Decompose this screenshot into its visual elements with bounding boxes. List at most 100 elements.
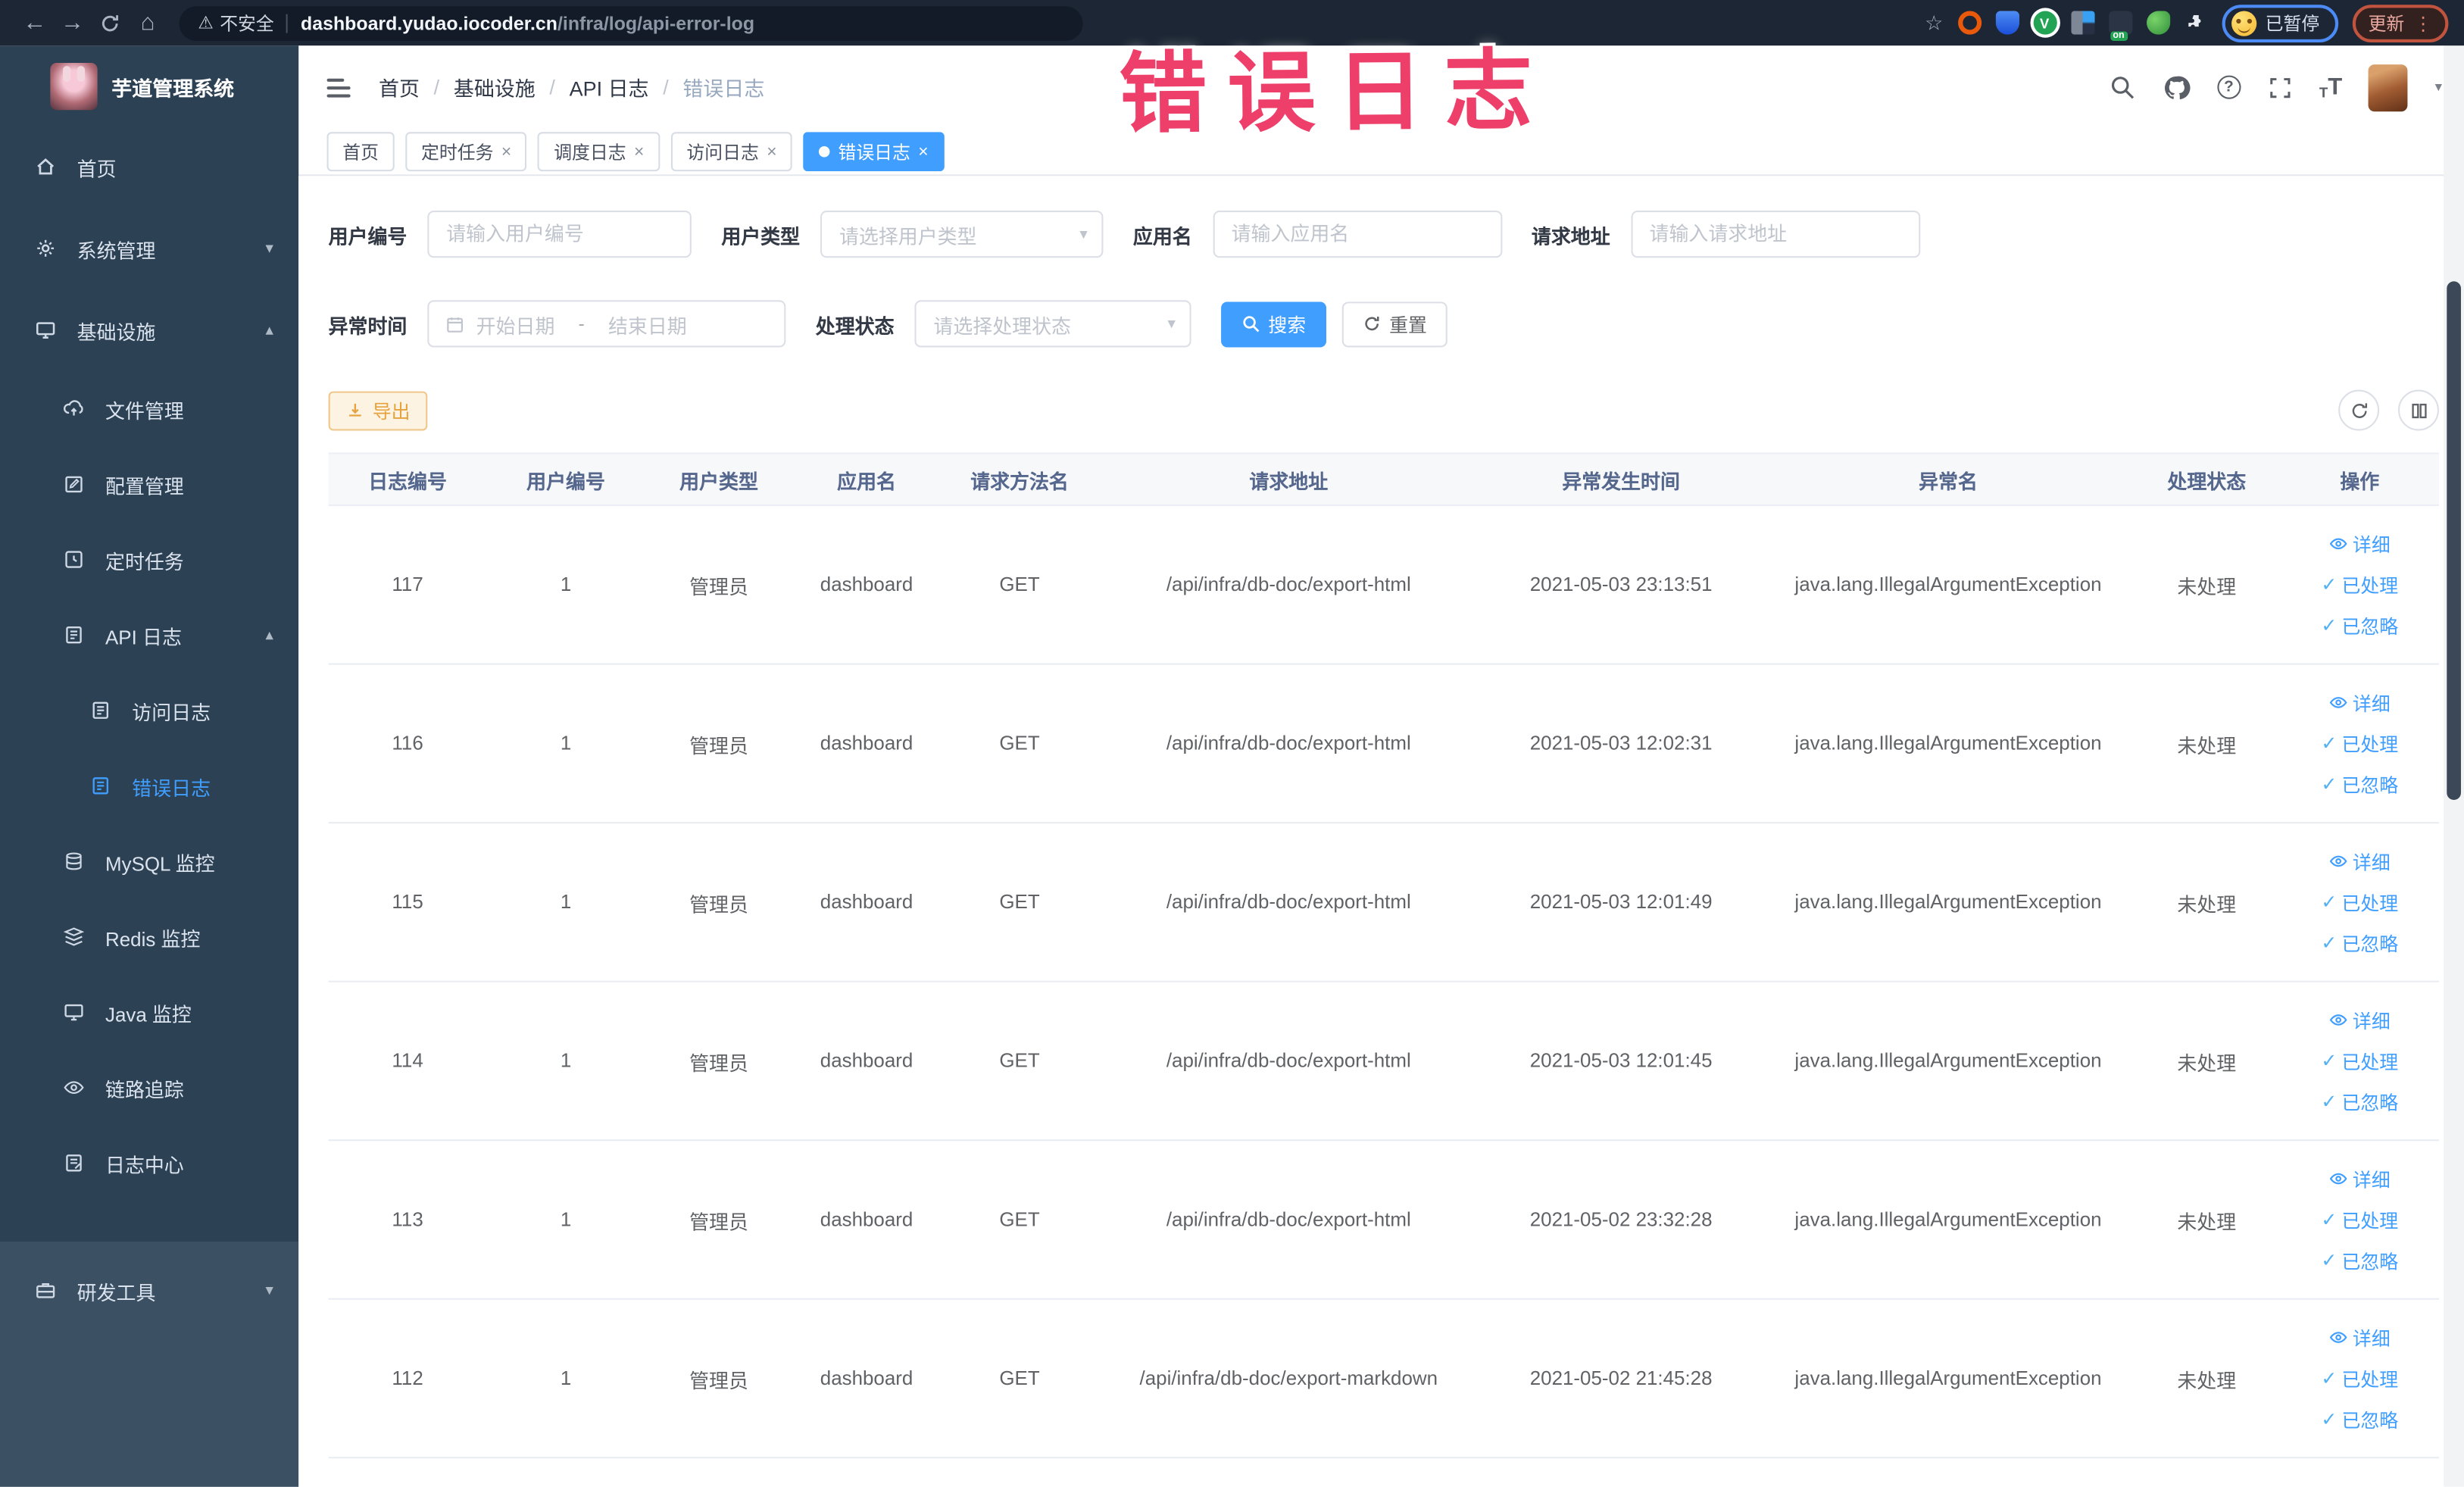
sidebar-item-system[interactable]: 系统管理 ▾ <box>0 208 298 289</box>
detail-link[interactable]: 详细 <box>2329 530 2391 557</box>
page-scrollbar[interactable] <box>2444 45 2464 1487</box>
tab-close-icon[interactable]: × <box>501 142 511 161</box>
column-settings-button[interactable] <box>2397 389 2439 431</box>
scrollbar-thumb[interactable] <box>2447 281 2461 801</box>
cell-user-type: 管理员 <box>689 1370 748 1392</box>
date-range-picker[interactable]: 开始日期 - 结束日期 <box>427 300 786 348</box>
sidebar-logo[interactable]: 芋道管理系统 <box>0 45 298 126</box>
help-icon[interactable]: ? <box>2216 75 2241 99</box>
security-label[interactable]: 不安全 <box>220 10 274 35</box>
sidebar-item-dev-tools[interactable]: 研发工具 ▾ <box>0 1249 298 1331</box>
sidebar-item-access-log[interactable]: 访问日志 <box>0 673 298 748</box>
active-tab-dot <box>819 145 831 158</box>
font-size-icon[interactable]: TT <box>2319 74 2342 101</box>
profile-label: 已暂停 <box>2265 14 2320 34</box>
detail-link[interactable]: 详细 <box>2329 689 2391 716</box>
url-text[interactable]: dashboard.yudao.iocoder.cn/infra/log/api… <box>301 12 754 34</box>
detail-link[interactable]: 详细 <box>2329 1324 2391 1351</box>
processed-link[interactable]: ✓ 已处理 <box>2321 571 2398 598</box>
detail-link[interactable]: 详细 <box>2329 1007 2391 1033</box>
cell-app-name: dashboard <box>820 1367 913 1390</box>
search-icon[interactable] <box>2109 74 2135 101</box>
sidebar-item-mysql-monitor[interactable]: MySQL 监控 <box>0 823 298 899</box>
sidebar-item-infra[interactable]: 基础设施 ▴ <box>0 289 298 371</box>
tab-access-log[interactable]: 访问日志 × <box>670 132 793 172</box>
sidebar-item-error-log[interactable]: 错误日志 <box>0 748 298 824</box>
extension-icon-1[interactable] <box>1957 11 1982 35</box>
ignored-link[interactable]: ✓ 已忽略 <box>2321 1247 2398 1273</box>
ignored-link[interactable]: ✓ 已忽略 <box>2321 1089 2398 1115</box>
fullscreen-icon[interactable] <box>2267 75 2292 100</box>
browser-menu-icon[interactable]: ⋮ <box>2414 12 2433 34</box>
extension-icon-2[interactable] <box>1994 11 2019 35</box>
cell-app-name: dashboard <box>820 1208 913 1231</box>
sidebar-item-redis-monitor[interactable]: Redis 监控 <box>0 899 298 975</box>
sidebar-item-home[interactable]: 首页 <box>0 126 298 208</box>
ignored-link[interactable]: ✓ 已忽略 <box>2321 771 2398 798</box>
request-url-input[interactable] <box>1630 211 1920 258</box>
tab-schedule-log[interactable]: 调度日志 × <box>538 132 661 172</box>
sidebar-item-trace[interactable]: 链路追踪 <box>0 1050 298 1126</box>
processed-link[interactable]: ✓ 已处理 <box>2321 1048 2398 1074</box>
search-button[interactable]: 搜索 <box>1221 301 1327 347</box>
filter-app-name: 应用名 <box>1133 211 1502 258</box>
processed-link[interactable]: ✓ 已处理 <box>2321 1206 2398 1232</box>
sidebar-collapse-icon[interactable] <box>326 77 351 97</box>
sidebar-item-java-monitor[interactable]: Java 监控 <box>0 974 298 1050</box>
ignored-link[interactable]: ✓ 已忽略 <box>2321 929 2398 956</box>
tab-close-icon[interactable]: × <box>767 142 776 161</box>
reset-button[interactable]: 重置 <box>1341 301 1447 347</box>
github-icon[interactable] <box>2162 73 2191 101</box>
navbar-actions: ? TT ▾ <box>2109 64 2442 111</box>
sidebar-item-label: 研发工具 <box>77 1281 156 1304</box>
extensions-puzzle-icon[interactable] <box>2184 11 2207 35</box>
sidebar-item-label: Redis 监控 <box>105 928 201 951</box>
detail-link[interactable]: 详细 <box>2329 1165 2391 1192</box>
sidebar-item-cron-job[interactable]: 定时任务 <box>0 522 298 598</box>
processed-link[interactable]: ✓ 已处理 <box>2321 1365 2398 1392</box>
extension-icon-5[interactable]: on <box>2108 11 2132 41</box>
tab-close-icon[interactable]: × <box>918 142 928 161</box>
sidebar-item-api-log[interactable]: API 日志 ▴ <box>0 597 298 673</box>
ignored-link[interactable]: ✓ 已忽略 <box>2321 612 2398 639</box>
cell-user-id: 1 <box>560 1367 572 1390</box>
tab-close-icon[interactable]: × <box>634 142 644 161</box>
browser-profile-button[interactable]: 已暂停 <box>2221 4 2339 42</box>
cell-status: 未处理 <box>2177 734 2237 757</box>
app-name-input[interactable] <box>1212 211 1502 258</box>
address-bar[interactable]: ⚠ 不安全 dashboard.yudao.iocoder.cn/infra/l… <box>179 5 1083 40</box>
user-id-input[interactable] <box>427 211 692 258</box>
user-type-select[interactable]: 请选择用户类型 ▾ <box>820 211 1104 258</box>
processed-link[interactable]: ✓ 已处理 <box>2321 730 2398 757</box>
check-icon: ✓ <box>2321 1367 2338 1390</box>
cell-app-name: dashboard <box>820 1049 913 1072</box>
browser-reload-icon[interactable] <box>91 4 129 42</box>
tab-cron-job[interactable]: 定时任务 × <box>405 132 527 172</box>
browser-forward-icon[interactable]: → <box>54 4 92 42</box>
tab-error-log[interactable]: 错误日志 × <box>803 132 945 172</box>
detail-link[interactable]: 详细 <box>2329 848 2391 874</box>
user-avatar[interactable] <box>2369 64 2409 111</box>
extension-icon-4[interactable] <box>2070 11 2094 35</box>
breadcrumb-infra[interactable]: 基础设施 <box>454 72 536 102</box>
sidebar-item-config-manage[interactable]: 配置管理 <box>0 446 298 522</box>
sidebar-item-file-manage[interactable]: 文件管理 <box>0 371 298 447</box>
sidebar-item-log-center[interactable]: 日志中心 <box>0 1125 298 1201</box>
extension-icon-3[interactable]: V <box>2032 11 2056 35</box>
breadcrumb-api-log[interactable]: API 日志 <box>570 72 649 102</box>
end-date-placeholder[interactable]: 结束日期 <box>608 309 687 339</box>
extension-icon-6[interactable] <box>2146 11 2170 35</box>
browser-update-button[interactable]: 更新 ⋮ <box>2352 4 2449 42</box>
breadcrumb-home[interactable]: 首页 <box>379 72 420 102</box>
tab-home[interactable]: 首页 <box>326 132 395 172</box>
refresh-button[interactable] <box>2338 389 2380 431</box>
browser-back-icon[interactable]: ← <box>16 4 54 42</box>
processed-link[interactable]: ✓ 已处理 <box>2321 889 2398 915</box>
browser-home-icon[interactable]: ⌂ <box>129 4 167 42</box>
start-date-placeholder[interactable]: 开始日期 <box>476 309 555 339</box>
ignored-link[interactable]: ✓ 已忽略 <box>2321 1406 2398 1432</box>
export-button[interactable]: 导出 <box>328 390 428 430</box>
bookmark-star-icon[interactable]: ☆ <box>1925 10 1943 35</box>
avatar-caret-icon[interactable]: ▾ <box>2435 79 2442 96</box>
process-status-select[interactable]: 请选择处理状态 ▾ <box>914 300 1191 348</box>
